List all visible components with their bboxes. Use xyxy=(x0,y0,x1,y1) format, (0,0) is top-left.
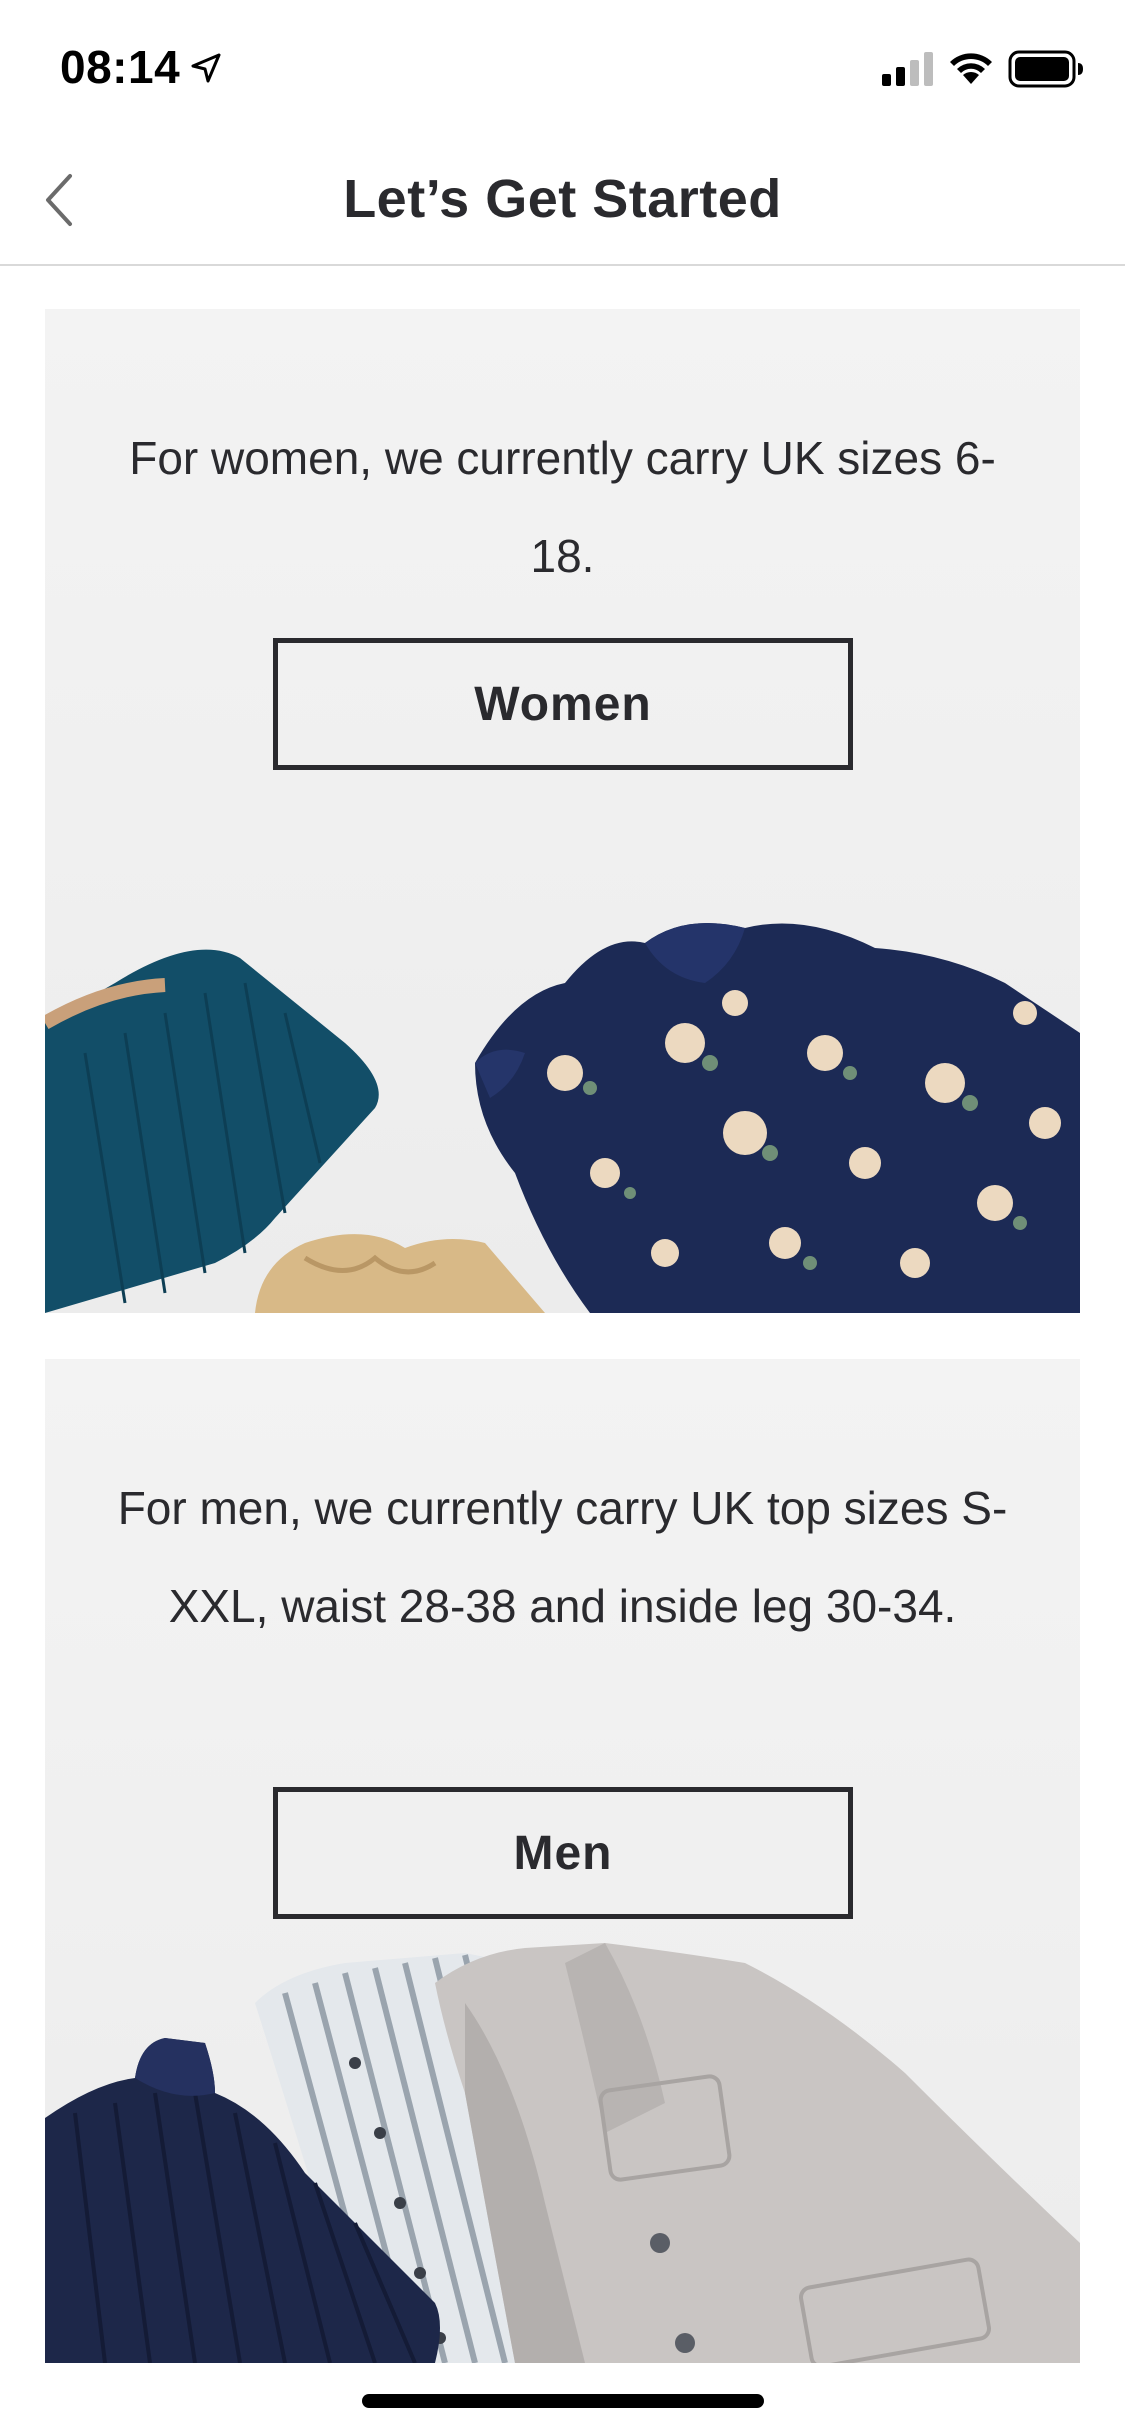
location-arrow-icon xyxy=(191,53,221,83)
men-button[interactable]: Men xyxy=(273,1787,853,1919)
page-title: Let’s Get Started xyxy=(343,169,782,229)
women-clothing-image xyxy=(45,923,1080,1313)
women-button[interactable]: Women xyxy=(273,638,853,770)
cellular-signal-icon xyxy=(882,52,933,86)
wifi-icon xyxy=(950,53,992,84)
men-category-card: For men, we currently carry UK top sizes… xyxy=(45,1359,1080,2363)
women-category-card: For women, we currently carry UK sizes 6… xyxy=(45,309,1080,1313)
women-size-description: For women, we currently carry UK sizes 6… xyxy=(129,432,996,582)
battery-icon xyxy=(1008,50,1083,88)
men-clothing-image xyxy=(45,1943,1080,2363)
navigation-bar: Let’s Get Started xyxy=(0,132,1125,266)
home-indicator[interactable] xyxy=(362,2394,764,2408)
status-time: 08:14 xyxy=(60,41,181,93)
status-bar: 08:14 xyxy=(0,0,1125,132)
men-size-description: For men, we currently carry UK top sizes… xyxy=(117,1482,1008,1632)
